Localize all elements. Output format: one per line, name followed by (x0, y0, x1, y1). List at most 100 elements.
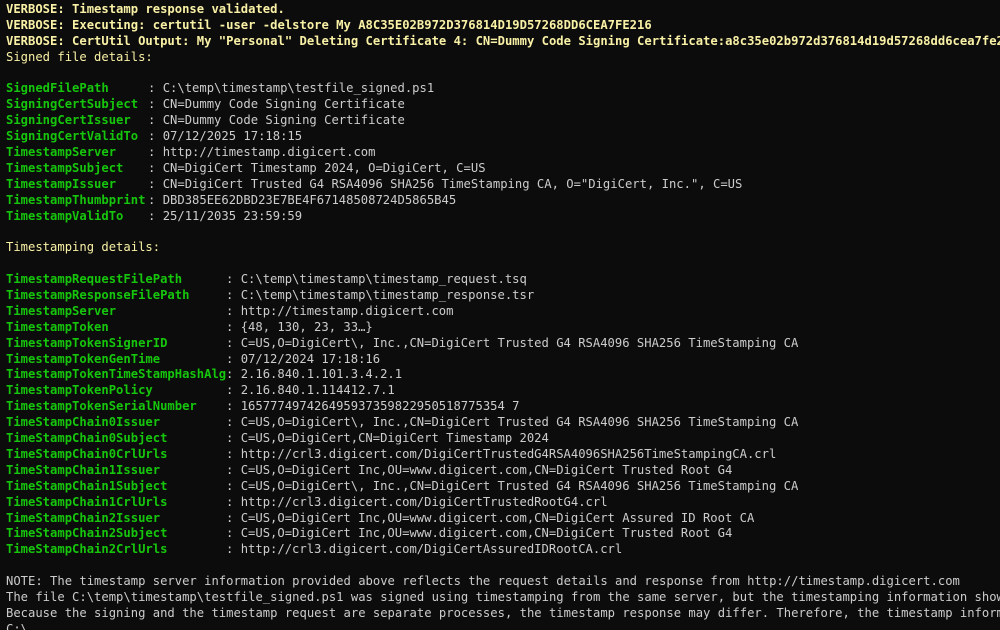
separator-colon: : (148, 192, 163, 207)
detail-value: C=US,O=DigiCert Inc,OU=www.digicert.com,… (240, 526, 733, 541)
terminal-window[interactable]: VERBOSE: Timestamp response validated. VE… (0, 0, 1000, 630)
detail-key: SigningCertIssuer (6, 113, 131, 128)
detail-key: TimestampTokenPolicy (6, 383, 153, 398)
timestamping-details: TimestampRequestFilePath: C:\temp\timest… (6, 272, 1000, 558)
detail-value: 2.16.840.1.101.3.4.2.1 (240, 367, 403, 382)
detail-key: TimestampTokenGenTime (6, 351, 161, 366)
detail-value: C:\temp\timestamp\timestamp_response.tsr (240, 288, 535, 303)
separator-colon: : (226, 542, 241, 557)
detail-row: TimestampTokenSignerID: C=US,O=DigiCert\… (6, 336, 1000, 352)
detail-value: {48, 130, 23, 33…} (240, 319, 373, 334)
separator-colon: : (148, 176, 163, 191)
detail-row: TimestampServer: http://timestamp.digice… (6, 145, 1000, 161)
separator-colon: : (226, 383, 241, 398)
separator-colon: : (148, 81, 163, 96)
detail-key: SigningCertValidTo (6, 129, 139, 144)
detail-row: SigningCertValidTo: 07/12/2025 17:18:15 (6, 129, 1000, 145)
detail-row: TimeStampChain2Issuer: C=US,O=DigiCert I… (6, 511, 1000, 527)
verbose-output: VERBOSE: Timestamp response validated. VE… (6, 2, 1000, 50)
detail-row: SigningCertSubject: CN=Dummy Code Signin… (6, 97, 1000, 113)
separator-colon: : (226, 415, 241, 430)
detail-key: SignedFilePath (6, 81, 109, 96)
detail-value: 07/12/2024 17:18:16 (240, 351, 381, 366)
note-line: Because the signing and the timestamp re… (6, 605, 1000, 620)
detail-row: TimeStampChain1Issuer: C=US,O=DigiCert I… (6, 463, 1000, 479)
detail-key: TimestampServer (6, 303, 117, 318)
separator-colon: : (226, 494, 241, 509)
detail-row: TimestampValidTo: 25/11/2035 23:59:59 (6, 209, 1000, 225)
separator-colon: : (226, 288, 241, 303)
detail-value: CN=DigiCert Timestamp 2024, O=DigiCert, … (162, 160, 486, 175)
verbose-line: VERBOSE: Timestamp response validated. (6, 2, 285, 16)
detail-row: SigningCertIssuer: CN=Dummy Code Signing… (6, 113, 1000, 129)
detail-key: TimestampTokenTimeStampHashAlg (6, 367, 227, 382)
detail-value: C=US,O=DigiCert Inc,OU=www.digicert.com,… (240, 462, 733, 477)
detail-value: C=US,O=DigiCert Inc,OU=www.digicert.com,… (240, 510, 755, 525)
detail-row: TimestampResponseFilePath: C:\temp\times… (6, 288, 1000, 304)
verbose-line: VERBOSE: CertUtil Output: My "Personal" … (6, 33, 1000, 48)
detail-key: TimeStampChain2Subject (6, 526, 168, 541)
detail-value: CN=DigiCert Trusted G4 RSA4096 SHA256 Ti… (162, 176, 743, 191)
detail-row: TimeStampChain0Issuer: C=US,O=DigiCert\,… (6, 415, 1000, 431)
detail-value: DBD385EE62DBD23E7BE4F67148508724D5865B45 (162, 192, 457, 207)
separator-colon: : (226, 399, 241, 414)
detail-key: TimestampThumbprint (6, 192, 146, 207)
detail-value: http://timestamp.digicert.com (240, 303, 454, 318)
separator-colon: : (148, 208, 163, 223)
detail-value: 165777497426495937359822950518775354 7 (240, 399, 520, 414)
detail-key: TimestampTokenSignerID (6, 335, 168, 350)
detail-value: CN=Dummy Code Signing Certificate (162, 113, 405, 128)
detail-row: TimestampThumbprint: DBD385EE62DBD23E7BE… (6, 193, 1000, 209)
detail-value: C=US,O=DigiCert\, Inc.,CN=DigiCert Trust… (240, 415, 799, 430)
detail-row: TimeStampChain0CrlUrls: http://crl3.digi… (6, 447, 1000, 463)
verbose-line: VERBOSE: Executing: certutil -user -dels… (6, 17, 652, 32)
detail-key: TimeStampChain0CrlUrls (6, 446, 168, 461)
detail-key: TimeStampChain1Subject (6, 478, 168, 493)
separator-colon: : (148, 160, 163, 175)
detail-row: TimestampTokenPolicy: 2.16.840.1.114412.… (6, 383, 1000, 399)
detail-key: TimestampValidTo (6, 208, 124, 223)
detail-key: TimeStampChain1CrlUrls (6, 494, 168, 509)
detail-value: C=US,O=DigiCert\, Inc.,CN=DigiCert Trust… (240, 478, 799, 493)
detail-row: TimeStampChain2Subject: C=US,O=DigiCert … (6, 526, 1000, 542)
detail-row: SignedFilePath: C:\temp\timestamp\testfi… (6, 81, 1000, 97)
separator-colon: : (226, 319, 241, 334)
detail-row: TimestampIssuer: CN=DigiCert Trusted G4 … (6, 177, 1000, 193)
note-line: NOTE: The timestamp server information p… (6, 574, 960, 589)
detail-key: SigningCertSubject (6, 97, 139, 112)
separator-colon: : (226, 462, 241, 477)
detail-row: TimestampRequestFilePath: C:\temp\timest… (6, 272, 1000, 288)
signed-file-details: SignedFilePath: C:\temp\timestamp\testfi… (6, 81, 1000, 224)
detail-row: TimestampSubject: CN=DigiCert Timestamp … (6, 161, 1000, 177)
timestamping-heading: Timestamping details: (6, 240, 161, 255)
detail-value: C:\temp\timestamp\testfile_signed.ps1 (162, 81, 435, 96)
detail-row: TimeStampChain0Subject: C=US,O=DigiCert,… (6, 431, 1000, 447)
detail-row: TimestampToken: {48, 130, 23, 33…} (6, 320, 1000, 336)
detail-key: TimestampTokenSerialNumber (6, 399, 197, 414)
detail-key: TimestampResponseFilePath (6, 288, 190, 303)
note-line: The file C:\temp\timestamp\testfile_sign… (6, 589, 1000, 604)
prompt-line: C:\ (6, 621, 29, 630)
detail-value: CN=Dummy Code Signing Certificate (162, 97, 405, 112)
detail-value: http://crl3.digicert.com/DigiCertTrusted… (240, 446, 777, 461)
separator-colon: : (226, 272, 241, 287)
separator-colon: : (226, 510, 241, 525)
detail-value: 25/11/2035 23:59:59 (162, 208, 303, 223)
detail-value: 07/12/2025 17:18:15 (162, 129, 303, 144)
detail-value: C=US,O=DigiCert\, Inc.,CN=DigiCert Trust… (240, 335, 799, 350)
separator-colon: : (148, 129, 163, 144)
detail-row: TimeStampChain2CrlUrls: http://crl3.digi… (6, 542, 1000, 558)
detail-key: TimeStampChain0Subject (6, 431, 168, 446)
separator-colon: : (226, 335, 241, 350)
separator-colon: : (226, 351, 241, 366)
separator-colon: : (148, 113, 163, 128)
separator-colon: : (148, 145, 163, 160)
detail-row: TimestampTokenTimeStampHashAlg: 2.16.840… (6, 367, 1000, 383)
detail-value: C=US,O=DigiCert,CN=DigiCert Timestamp 20… (240, 431, 549, 446)
note-output: NOTE: The timestamp server information p… (6, 574, 1000, 630)
signed-file-heading: Signed file details: (6, 49, 153, 64)
